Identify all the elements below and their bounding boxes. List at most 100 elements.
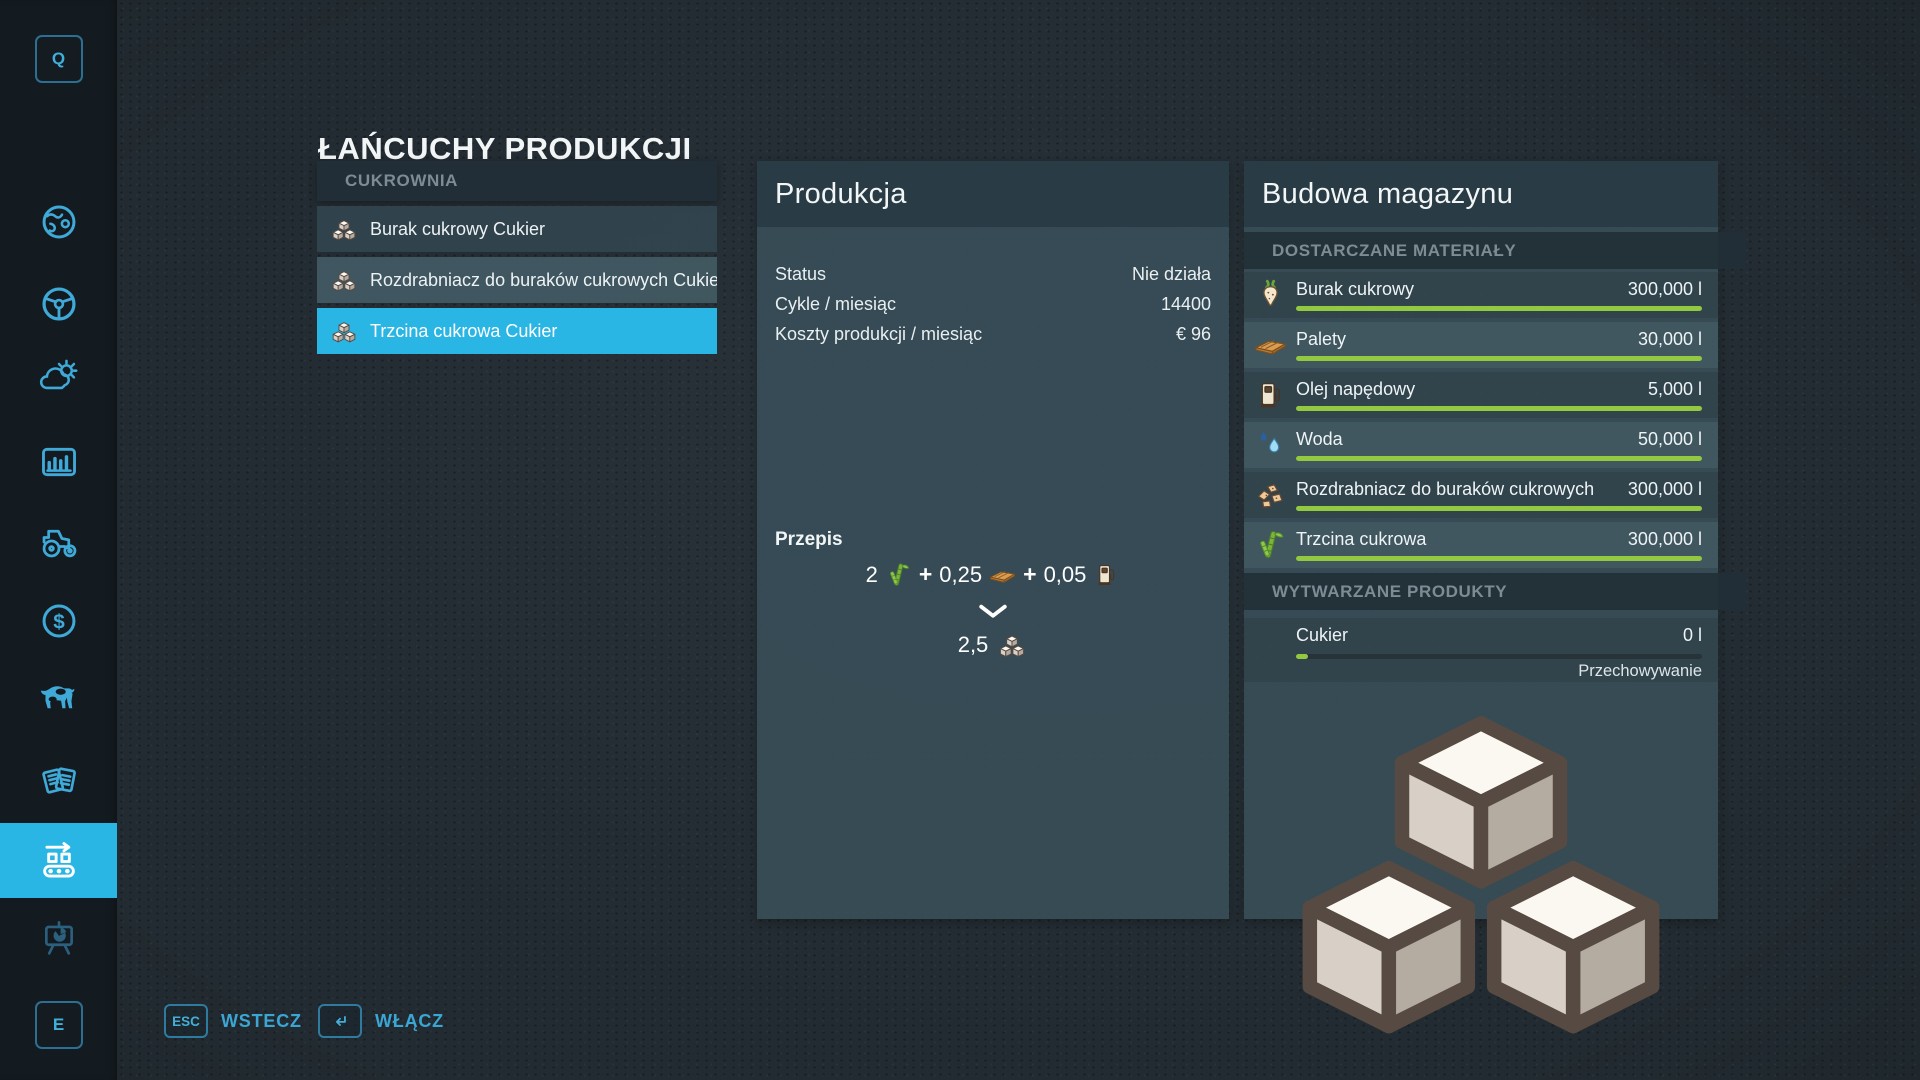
info-label: Status: [775, 264, 826, 285]
material-fill-bar: [1296, 506, 1702, 511]
back-button-label: WSTECZ: [221, 1011, 302, 1032]
sidebar-item-vehicles[interactable]: [0, 278, 117, 330]
production-list-items: Burak cukrowy Cukier Rozdrabniacz do bura…: [317, 206, 717, 354]
chevron-down-icon: [757, 604, 1229, 619]
return-key-icon: [318, 1004, 362, 1038]
production-list-panel: CUKROWNIA Burak cukrowy Cukier Rozdrabnia…: [317, 161, 717, 354]
sidebar: Q $ E: [0, 0, 117, 1080]
product-amount: 0 l: [1683, 625, 1702, 646]
info-value: Nie działa: [1132, 264, 1211, 285]
tractor-icon: [36, 518, 82, 564]
cow-icon: [36, 677, 82, 723]
production-chains-screen: Q $ E ŁAŃCUCHY PRODUKCJI CUKROWNIA Burak…: [0, 0, 1920, 1080]
recipe-amount: 0,25: [939, 562, 982, 588]
production-panel-header: Produkcja: [757, 161, 1229, 227]
sidebar-item-contracts[interactable]: [0, 755, 117, 807]
presentation-board-icon: [36, 916, 82, 962]
weather-icon: [36, 354, 82, 400]
material-capacity: 300,000 l: [1628, 529, 1702, 550]
back-button[interactable]: ESC WSTECZ: [164, 1004, 302, 1038]
key-hint-q-label: Q: [52, 49, 65, 69]
material-row: Burak cukrowy 300,000 l: [1244, 272, 1718, 318]
recipe-output: 2,5: [757, 629, 1229, 661]
sidebar-item-animals[interactable]: [0, 674, 117, 726]
material-name: Burak cukrowy: [1296, 279, 1414, 300]
activate-button[interactable]: WŁĄCZ: [318, 1004, 444, 1038]
documents-icon: [36, 758, 82, 804]
production-list-item[interactable]: Trzcina cukrowa Cukier: [317, 308, 717, 354]
storage-panel-title: Budowa magazynu: [1244, 178, 1513, 211]
sidebar-item-production-chains[interactable]: [0, 823, 117, 898]
production-info-rows: Status Nie działa Cykle / miesiąc 14400 Kosz…: [757, 259, 1229, 349]
esc-key: ESC: [164, 1004, 208, 1038]
recipe-output-amount: 2,5: [958, 632, 989, 658]
recipe-plus: +: [1023, 561, 1036, 588]
production-list-item[interactable]: Burak cukrowy Cukier: [317, 206, 717, 252]
material-capacity: 30,000 l: [1638, 329, 1702, 350]
material-name: Trzcina cukrowa: [1296, 529, 1426, 550]
key-hint-q: Q: [35, 35, 83, 83]
activate-button-label: WŁĄCZ: [375, 1011, 444, 1032]
recipe-plus: +: [919, 561, 932, 588]
products-list: Cukier 0 l Przechowywanie: [1244, 614, 1718, 682]
material-fill-bar: [1296, 556, 1702, 561]
sugar-icon: [329, 316, 359, 346]
storage-panel: Budowa magazynu DOSTARCZANE MATERIAŁY Bu…: [1244, 161, 1718, 919]
sugar-icon: [329, 265, 359, 295]
sidebar-item-finances[interactable]: $: [0, 595, 117, 647]
material-capacity: 50,000 l: [1638, 429, 1702, 450]
diesel-pump-icon: [1254, 378, 1287, 411]
product-fill-bar: [1296, 654, 1702, 659]
material-row: Trzcina cukrowa 300,000 l: [1244, 522, 1718, 568]
svg-text:$: $: [53, 610, 65, 633]
material-capacity: 300,000 l: [1628, 279, 1702, 300]
recipe-inputs: 2+0,25+0,05: [757, 561, 1229, 588]
storage-panel-header: Budowa magazynu: [1244, 161, 1718, 227]
material-row: Palety 30,000 l: [1244, 322, 1718, 368]
production-info-row: Cykle / miesiąc 14400: [757, 289, 1229, 319]
beet-pieces-icon: [1254, 478, 1287, 511]
sugar-beet-icon: [1254, 278, 1287, 311]
product-row: Cukier 0 l Przechowywanie: [1244, 618, 1718, 682]
materials-list: Burak cukrowy 300,000 l Palety 30,000 l Olej…: [1244, 272, 1718, 572]
sidebar-item-garage[interactable]: [0, 515, 117, 567]
statistics-icon: [36, 439, 82, 485]
product-name: Cukier: [1296, 625, 1348, 646]
production-info-row: Status Nie działa: [757, 259, 1229, 289]
materials-header: DOSTARCZANE MATERIAŁY: [1244, 232, 1746, 269]
recipe-amount: 2: [866, 562, 878, 588]
production-list-item[interactable]: Rozdrabniacz do buraków cukrowych Cukier: [317, 257, 717, 303]
sidebar-item-weather[interactable]: [0, 351, 117, 403]
production-list-item-label: Trzcina cukrowa Cukier: [370, 321, 557, 342]
recipe-heading: Przepis: [775, 529, 843, 551]
material-fill-bar: [1296, 356, 1702, 361]
sidebar-item-presentation[interactable]: [0, 913, 117, 965]
product-note: Przechowywanie: [1578, 662, 1702, 681]
material-name: Olej napędowy: [1296, 379, 1415, 400]
globe-icon: [36, 199, 82, 245]
info-value: € 96: [1176, 324, 1211, 345]
material-fill-bar: [1296, 406, 1702, 411]
material-capacity: 300,000 l: [1628, 479, 1702, 500]
sidebar-item-statistics[interactable]: [0, 436, 117, 488]
conveyor-icon: [36, 838, 82, 884]
production-panel-title: Produkcja: [757, 178, 907, 211]
facility-header: CUKROWNIA: [317, 161, 717, 201]
material-row: Woda50,000 l: [1244, 422, 1718, 468]
production-list-item-label: Burak cukrowy Cukier: [370, 219, 545, 240]
dollar-coin-icon: $: [36, 598, 82, 644]
production-info-row: Koszty produkcji / miesiąc€ 96: [757, 319, 1229, 349]
material-row: Rozdrabniacz do buraków cukrowych300,000…: [1244, 472, 1718, 518]
material-row: Olej napędowy 5,000 l: [1244, 372, 1718, 418]
sugar-icon: [329, 214, 359, 244]
material-name: Palety: [1296, 329, 1346, 350]
pallet-icon: [989, 561, 1016, 588]
sugar-icon: [1244, 618, 1718, 1080]
steering-wheel-icon: [36, 281, 82, 327]
material-capacity: 5,000 l: [1648, 379, 1702, 400]
sidebar-item-map[interactable]: [0, 196, 117, 248]
products-header: WYTWARZANE PRODUKTY: [1244, 573, 1746, 610]
info-value: 14400: [1161, 294, 1211, 315]
production-list-item-label: Rozdrabniacz do buraków cukrowych Cukier: [370, 270, 717, 291]
info-label: Cykle / miesiąc: [775, 294, 896, 315]
